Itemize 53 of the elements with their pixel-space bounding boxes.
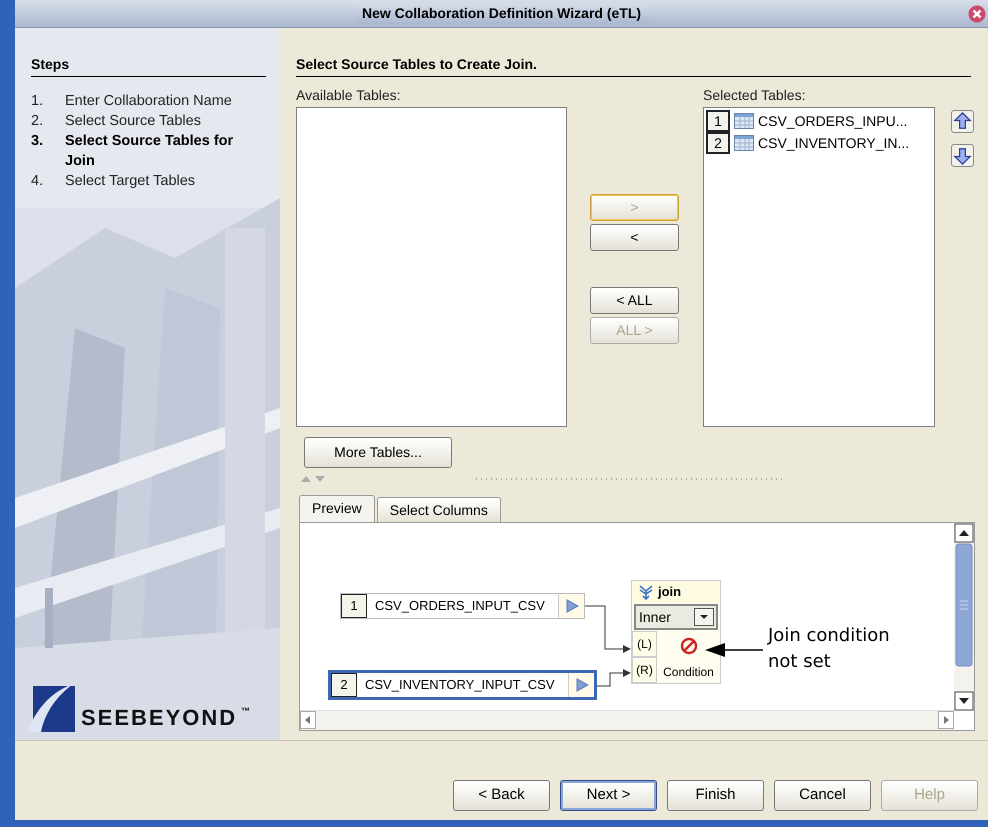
port-label: (L) — [632, 631, 657, 657]
transfer-button[interactable]: < — [590, 224, 679, 251]
wizard-button[interactable]: Next > — [560, 780, 657, 811]
table-name[interactable]: CSV_INVENTORY_IN... — [758, 132, 910, 154]
no-entry-icon — [680, 637, 698, 655]
play-arrow-icon[interactable] — [574, 678, 588, 692]
horizontal-scrollbar[interactable] — [300, 710, 954, 730]
join-icon — [638, 584, 654, 600]
step-number: 4. — [31, 172, 44, 191]
move-down-icon[interactable] — [951, 144, 974, 167]
table-name[interactable]: CSV_ORDERS_INPU... — [758, 110, 908, 132]
vertical-scrollbar[interactable] — [954, 523, 974, 711]
annotation-text: Join condition not set — [768, 624, 891, 674]
list-label: Selected Tables: — [703, 87, 806, 103]
step-number: 1. — [31, 92, 44, 111]
step-label: Select Source Tables for Join — [65, 132, 234, 171]
step-label: Select Target Tables — [65, 172, 196, 191]
steps-heading: Steps — [31, 54, 266, 77]
tab[interactable]: Preview — [299, 495, 375, 522]
scroll-right-icon[interactable] — [938, 711, 954, 729]
scroll-left-icon[interactable] — [300, 711, 316, 729]
table-icon — [734, 113, 754, 129]
row-index: 2 — [706, 132, 730, 154]
tab[interactable]: Select Columns — [376, 497, 501, 522]
wizard-button[interactable]: < Back — [453, 780, 550, 811]
join-title: join — [658, 583, 682, 602]
transfer-button[interactable]: < ALL — [590, 287, 679, 314]
step-number: 3. — [31, 132, 44, 151]
move-up-icon[interactable] — [951, 110, 974, 133]
selected-tables-list[interactable]: 1 CSV_ORDERS_INPU... 2 CSV_INVENTORY_IN... — [703, 107, 935, 427]
callout-arrow — [705, 643, 763, 657]
row-index: 1 — [706, 110, 730, 132]
more-tables-button[interactable]: More Tables... — [304, 437, 452, 468]
join-node[interactable]: join Inner (L) (R) Condition — [631, 580, 721, 684]
page-heading: Select Source Tables to Create Join. — [296, 54, 971, 77]
wizard-button[interactable]: Finish — [667, 780, 764, 811]
table-icon — [734, 135, 754, 151]
step-label: Select Source Tables — [65, 112, 201, 131]
list-label: Available Tables: — [296, 87, 402, 103]
table-node[interactable]: 2 CSV_INVENTORY_INPUT_CSV — [328, 670, 597, 700]
condition-label: Condition — [663, 664, 714, 681]
play-arrow-icon[interactable] — [564, 599, 578, 613]
window-title: New Collaboration Definition Wizard (eTL) — [354, 3, 650, 24]
join-type-dropdown[interactable]: Inner — [634, 604, 718, 630]
close-icon[interactable] — [968, 5, 986, 23]
logo-icon — [27, 684, 77, 734]
step-label: Enter Collaboration Name — [65, 92, 232, 111]
wizard-button[interactable]: Cancel — [774, 780, 871, 811]
trademark-mark: ™ — [241, 704, 250, 718]
step-number: 2. — [31, 112, 44, 131]
table-node[interactable]: 1 CSV_ORDERS_INPUT_CSV — [340, 593, 585, 619]
port-label: (R) — [632, 657, 657, 683]
logo-text: SEEBEYOND — [81, 704, 238, 732]
